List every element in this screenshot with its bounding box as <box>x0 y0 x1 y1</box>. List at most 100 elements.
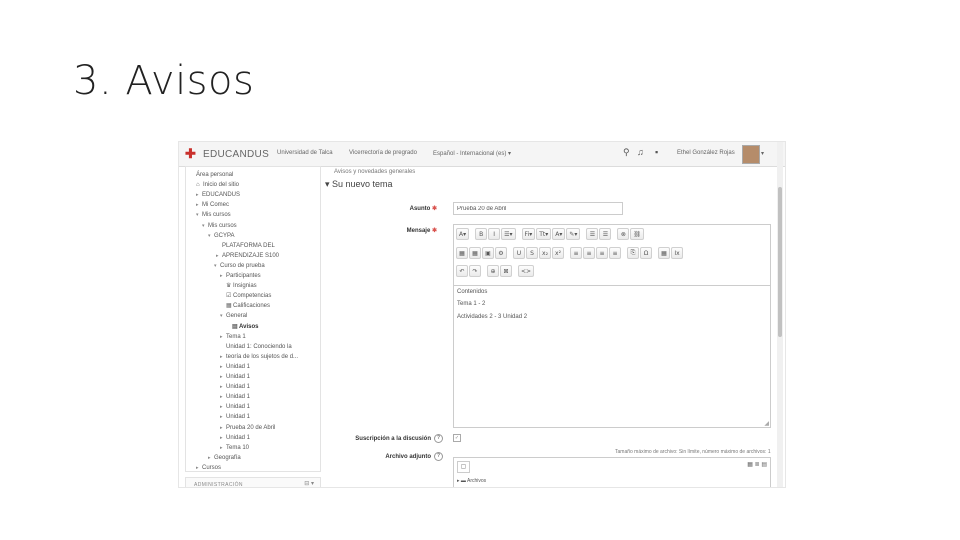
sidebar-item[interactable]: ⌂ Inicio del sitio <box>190 181 239 189</box>
editor-toolbar-button[interactable]: ≡ <box>596 247 608 259</box>
sidebar-item[interactable]: ♛ Insignias <box>220 282 257 290</box>
editor-toolbar-button[interactable]: ☰ <box>599 228 612 240</box>
subject-input[interactable] <box>453 202 623 215</box>
editor-toolbar-button[interactable]: B <box>475 228 488 240</box>
administration-block: ADMINISTRACIÓN ⊟ ▾ <box>185 477 321 487</box>
editor-toolbar-button[interactable]: ≡ <box>583 247 595 259</box>
resize-handle-icon[interactable]: ◢ <box>764 420 769 427</box>
help-icon[interactable]: ? <box>434 434 443 443</box>
add-file-icon[interactable]: ▢ <box>457 461 470 473</box>
editor-content-area[interactable]: Contenidos Tema 1 - 2 Actividades 2 - 3 … <box>454 285 770 428</box>
files-folder[interactable]: ▸ ▬ Archivos <box>457 478 486 484</box>
editor-toolbar-button[interactable]: ▣ <box>482 247 494 259</box>
sidebar-item[interactable]: Área personal <box>190 171 233 179</box>
editor-toolbar-button[interactable]: U <box>513 247 525 259</box>
user-menu-caret[interactable]: ▾ <box>761 150 764 157</box>
sidebar-item[interactable]: ▸ Unidad 1 <box>220 403 250 411</box>
subscription-checkbox[interactable]: ✓ <box>453 434 461 442</box>
item-icon: ☑ <box>226 293 232 300</box>
editor-toolbar-button[interactable]: I <box>488 228 501 240</box>
message-editor[interactable]: A▾ B I ☰▾ Fi▾ Tt▾ A▾ ✎▾ ☰ ☰ ⊗ ⛓ ▦ ▦ ▣ ⚙ U Sx₂ x² ≡ ≡ ≡ ≡ ⎘ Ω ▦ Ix… <box>453 224 771 428</box>
sidebar-item[interactable]: ▸ Cursos <box>196 464 221 472</box>
sidebar-item[interactable]: ▸ Unidad 1 <box>220 413 250 421</box>
editor-toolbar-button[interactable]: S <box>526 247 538 259</box>
editor-toolbar-button[interactable]: ⛓ <box>630 228 645 240</box>
sidebar-item[interactable]: ☑ Competencias <box>220 292 271 300</box>
editor-toolbar-button[interactable]: ☰ <box>586 228 599 240</box>
editor-toolbar-button[interactable]: ⚙ <box>495 247 507 259</box>
sidebar-item-label: Unidad 1 <box>226 394 251 401</box>
user-name[interactable]: Ethel González Rojas <box>677 150 735 156</box>
sidebar-item[interactable]: ▸ Tema 1 <box>220 333 246 341</box>
search-icon[interactable]: ⚲ <box>623 147 630 158</box>
editor-toolbar-button[interactable]: ⎘ <box>627 247 639 259</box>
editor-toolbar-button[interactable]: ↶ <box>456 265 468 277</box>
editor-toolbar-button[interactable]: ⊕ <box>487 265 499 277</box>
sidebar-item[interactable]: ▾ GCYPA <box>208 232 235 240</box>
nav-link-universidad[interactable]: Universidad de Talca <box>277 150 333 156</box>
content-line: Actividades 2 - 3 Unidad 2 <box>457 314 528 320</box>
editor-toolbar-button[interactable]: ⊗ <box>617 228 630 240</box>
sidebar-item[interactable]: PLATAFORMA DEL <box>216 242 275 250</box>
sidebar-item[interactable]: ▸ Unidad 1 <box>220 383 250 391</box>
editor-toolbar-button[interactable]: Fi▾ <box>521 228 536 240</box>
sidebar-item-label: Mis cursos <box>202 212 231 219</box>
sidebar-item[interactable]: ▸ Geografía <box>208 454 241 462</box>
sidebar-item-label: EDUCANDUS <box>202 192 241 199</box>
brand-logo[interactable]: ✚ EDUCANDUS <box>185 147 269 161</box>
language-menu[interactable]: Español - Internacional (es) ▾ <box>433 150 511 157</box>
sidebar-item[interactable]: ▸ Unidad 1 <box>220 393 250 401</box>
sidebar-item-label: Tema 10 <box>226 444 250 451</box>
sidebar-item[interactable]: ▦Calificaciones <box>220 302 270 310</box>
editor-toolbar-row-1: A▾ B I ☰▾ Fi▾ Tt▾ A▾ ✎▾ ☰ ☰ ⊗ ⛓ <box>456 228 645 242</box>
sidebar-item[interactable]: ▸ teoría de los sujetos de d... <box>220 353 298 361</box>
editor-toolbar-button[interactable]: ✎▾ <box>566 228 581 240</box>
file-picker[interactable]: ▢ ▦ ≣ ▤ ▸ ▬ Archivos <box>453 457 771 487</box>
editor-toolbar-button[interactable]: ≡ <box>609 247 621 259</box>
sidebar-item[interactable]: ▸ Unidad 1 <box>220 363 250 371</box>
editor-toolbar-button[interactable]: A▾ <box>456 228 470 240</box>
breadcrumb[interactable]: Avisos y novedades generales <box>334 169 415 175</box>
block-controls-icon[interactable]: ⊟ ▾ <box>304 480 314 487</box>
sidebar-item[interactable]: ▸ Prueba 20 de Abril <box>220 424 275 432</box>
sidebar-item[interactable]: ▸ Unidad 1 <box>220 373 250 381</box>
sidebar-item[interactable]: Unidad 1: Conociendo la <box>220 343 292 351</box>
editor-toolbar-button[interactable]: x₂ <box>539 247 551 259</box>
chat-icon[interactable]: ▪ <box>655 147 658 157</box>
editor-toolbar-button[interactable]: ☰▾ <box>501 228 516 240</box>
scrollbar-thumb[interactable] <box>778 187 782 337</box>
editor-toolbar-button[interactable]: A▾ <box>552 228 566 240</box>
editor-toolbar-button[interactable]: ⊠ <box>500 265 512 277</box>
editor-toolbar-button[interactable]: x² <box>552 247 564 259</box>
sidebar-item-label: Unidad 1 <box>226 414 251 421</box>
item-icon: ⌂ <box>196 182 200 189</box>
avatar[interactable] <box>742 145 760 164</box>
sidebar-item-label: General <box>226 313 248 320</box>
sidebar-item[interactable]: ▤Avisos <box>226 323 258 331</box>
bell-icon[interactable]: ♫ <box>637 147 644 157</box>
sidebar-item[interactable]: ▸ EDUCANDUS <box>196 191 240 199</box>
sidebar-item[interactable]: ▸ APRENDIZAJE S100 <box>216 252 279 260</box>
editor-toolbar-button[interactable]: Tt▾ <box>536 228 552 240</box>
view-mode-icons[interactable]: ▦ ≣ ▤ <box>747 461 767 468</box>
editor-toolbar-button[interactable]: ▦ <box>658 247 670 259</box>
sidebar-item[interactable]: ▸ Mi Comec <box>196 201 229 209</box>
sidebar-item[interactable]: ▸ Participantes <box>220 272 261 280</box>
sidebar-item[interactable]: ▾ Curso de prueba <box>214 262 265 270</box>
sidebar-item[interactable]: ▸ Tema 10 <box>220 444 249 452</box>
item-icon: ▦ <box>226 303 232 310</box>
editor-toolbar-button[interactable]: ▦ <box>456 247 468 259</box>
sidebar-item[interactable]: ▾ Mis cursos <box>196 211 231 219</box>
editor-toolbar-button[interactable]: ↷ <box>469 265 481 277</box>
editor-toolbar-button[interactable]: <> <box>518 265 535 277</box>
nav-link-vicerrectoria[interactable]: Vicerrectoría de pregrado <box>349 150 417 156</box>
editor-toolbar-button[interactable]: ≡ <box>570 247 582 259</box>
sidebar-item[interactable]: ▾ Mis cursos <box>202 222 237 230</box>
sidebar-item[interactable]: ▾ General <box>220 312 247 320</box>
help-icon[interactable]: ? <box>434 452 443 461</box>
editor-toolbar-button[interactable]: Ω <box>640 247 652 259</box>
section-title[interactable]: ▾ Su nuevo tema <box>325 179 393 190</box>
editor-toolbar-button[interactable]: Ix <box>671 247 683 259</box>
sidebar-item[interactable]: ▸ Unidad 1 <box>220 434 250 442</box>
editor-toolbar-button[interactable]: ▦ <box>469 247 481 259</box>
